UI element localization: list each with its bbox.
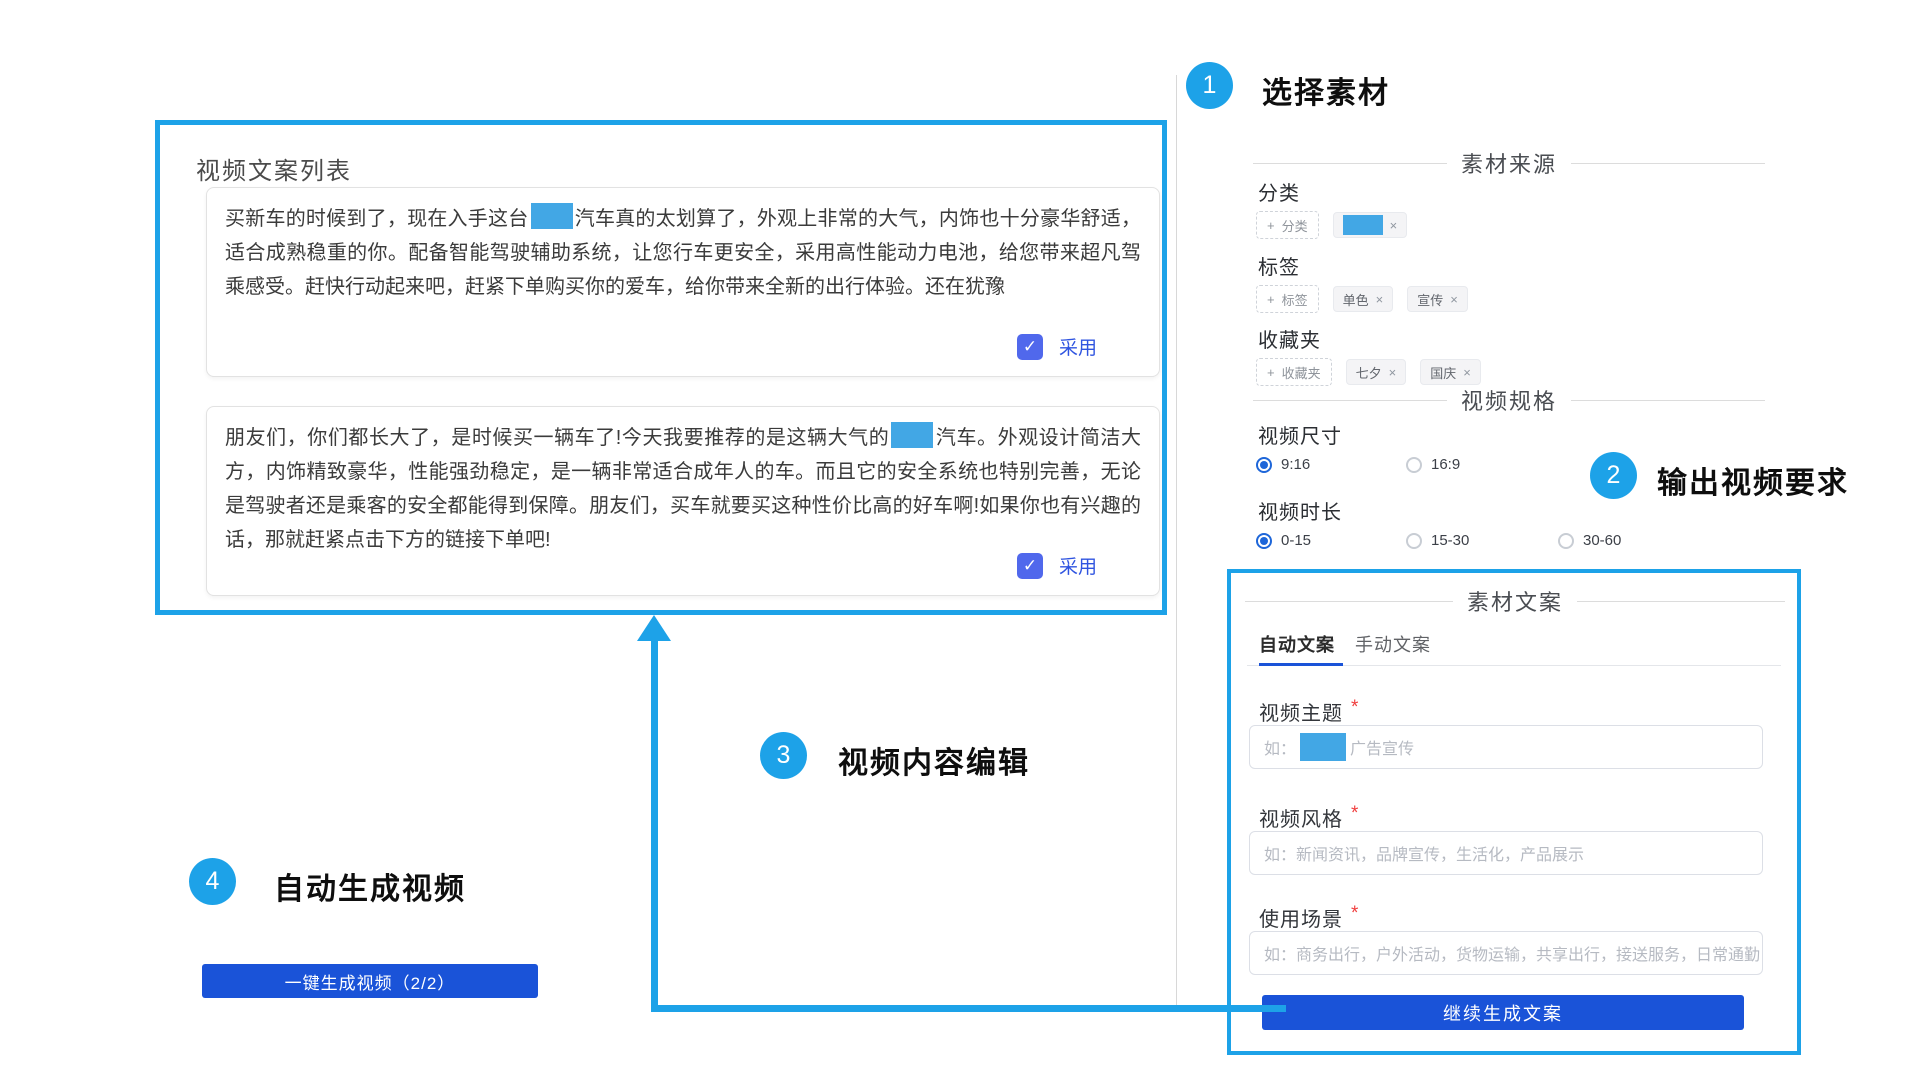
step-2-label: 输出视频要求 xyxy=(1657,458,1849,502)
copy-card-1-text: 买新车的时候到了，现在入手这台汽车真的太划算了，外观上非常的大气，内饰也十分豪华… xyxy=(207,188,1159,304)
category-tag-row: +分类 × xyxy=(1256,211,1407,239)
radio-dot xyxy=(1558,533,1574,549)
category-tag-redacted[interactable]: × xyxy=(1333,212,1408,238)
radio-dot-selected xyxy=(1256,457,1272,473)
copy-card-1: 买新车的时候到了，现在入手这台汽车真的太划算了，外观上非常的大气，内饰也十分豪华… xyxy=(206,187,1160,377)
continue-generate-copy-button[interactable]: 继续生成文案 xyxy=(1262,995,1744,1030)
section-heading-material-source: 素材来源 xyxy=(1253,147,1765,179)
usage-scene-label: 使用场景* xyxy=(1259,903,1359,932)
copy-card-1-text-before: 买新车的时候到了，现在入手这台 xyxy=(225,208,529,230)
radio-dot xyxy=(1406,457,1422,473)
radio-size-16-9[interactable]: 16:9 xyxy=(1406,456,1460,473)
tag-close-icon[interactable]: × xyxy=(1390,218,1398,233)
active-tab-indicator xyxy=(1259,663,1343,666)
add-tag-button[interactable]: +标签 xyxy=(1256,285,1319,313)
tags-label: 标签 xyxy=(1258,251,1300,280)
usage-scene-input[interactable]: 如：商务出行，户外活动，货物运输，共享出行，接送服务，日常通勤 xyxy=(1249,931,1763,975)
copy-list-title: 视频文案列表 xyxy=(196,151,352,186)
redaction-block xyxy=(1343,215,1383,235)
one-click-generate-video-button[interactable]: 一键生成视频（2/2） xyxy=(202,964,538,998)
step-4-label: 自动生成视频 xyxy=(274,864,466,908)
favorites-label: 收藏夹 xyxy=(1258,324,1321,353)
video-topic-label: 视频主题* xyxy=(1259,697,1359,726)
step-4-number: 4 xyxy=(206,867,220,896)
tag-chip[interactable]: 宣传× xyxy=(1407,286,1468,312)
redaction-block xyxy=(891,422,933,448)
tag-close-icon[interactable]: × xyxy=(1376,292,1384,307)
check-icon: ✓ xyxy=(1023,337,1037,357)
panel-divider xyxy=(1176,75,1177,1012)
step-3-badge: 3 xyxy=(760,732,807,779)
video-size-label: 视频尺寸 xyxy=(1258,420,1342,449)
step-3-number: 3 xyxy=(777,741,791,770)
copy-card-2-text-before: 朋友们，你们都长大了，是时候买一辆车了!今天我要推荐的是这辆大气的 xyxy=(225,427,889,449)
tag-close-icon[interactable]: × xyxy=(1463,365,1471,380)
radio-duration-15-30[interactable]: 15-30 xyxy=(1406,532,1469,549)
add-favorite-button[interactable]: +收藏夹 xyxy=(1256,358,1332,386)
plus-icon: + xyxy=(1267,365,1275,380)
adopt-row-1: ✓ 采用 xyxy=(1017,333,1097,360)
adopt-row-2: ✓ 采用 xyxy=(1017,552,1097,579)
plus-icon: + xyxy=(1267,292,1275,307)
radio-duration-30-60[interactable]: 30-60 xyxy=(1558,532,1621,549)
radio-dot-selected xyxy=(1256,533,1272,549)
tags-tag-row: +标签 单色× 宣传× xyxy=(1256,285,1468,313)
tab-manual-copy[interactable]: 手动文案 xyxy=(1355,631,1431,657)
copy-card-2: 朋友们，你们都长大了，是时候买一辆车了!今天我要推荐的是这辆大气的汽车。外观设计… xyxy=(206,406,1160,596)
check-icon: ✓ xyxy=(1023,556,1037,576)
required-asterisk: * xyxy=(1351,697,1359,726)
flow-arrow-shaft xyxy=(651,639,658,1012)
step-4-badge: 4 xyxy=(189,858,236,905)
divider-line xyxy=(1245,601,1453,602)
divider-line xyxy=(1571,400,1765,401)
material-copy-panel: 素材文案 自动文案 手动文案 视频主题* 如：广告宣传 视频风格* 如：新闻资讯… xyxy=(1227,569,1801,1055)
radio-dot xyxy=(1406,533,1422,549)
section-heading-material-copy: 素材文案 xyxy=(1245,585,1785,617)
radio-size-9-16[interactable]: 9:16 xyxy=(1256,456,1310,473)
favorites-tag-row: +收藏夹 七夕× 国庆× xyxy=(1256,358,1481,386)
divider-line xyxy=(1253,163,1447,164)
tag-close-icon[interactable]: × xyxy=(1389,365,1397,380)
video-style-input[interactable]: 如：新闻资讯，品牌宣传，生活化，产品展示 xyxy=(1249,831,1763,875)
flow-arrow-head xyxy=(637,615,671,641)
radio-duration-0-15[interactable]: 0-15 xyxy=(1256,532,1311,549)
divider-line xyxy=(1571,163,1765,164)
step-2-number: 2 xyxy=(1607,461,1621,490)
plus-icon: + xyxy=(1267,218,1275,233)
required-asterisk: * xyxy=(1351,903,1359,932)
redaction-block xyxy=(531,203,573,229)
tag-close-icon[interactable]: × xyxy=(1450,292,1458,307)
redaction-block xyxy=(1300,733,1346,761)
step-2-badge: 2 xyxy=(1590,452,1637,499)
adopt-label-1[interactable]: 采用 xyxy=(1059,333,1097,360)
category-label: 分类 xyxy=(1258,177,1300,206)
video-style-label: 视频风格* xyxy=(1259,803,1359,832)
step-1-number: 1 xyxy=(1203,71,1217,100)
video-duration-label: 视频时长 xyxy=(1258,496,1342,525)
divider-line xyxy=(1253,400,1447,401)
step-3-label: 视频内容编辑 xyxy=(838,738,1030,782)
tag-chip[interactable]: 单色× xyxy=(1333,286,1394,312)
adopt-checkbox-2[interactable]: ✓ xyxy=(1017,553,1043,579)
favorite-chip[interactable]: 国庆× xyxy=(1420,359,1481,385)
add-category-button[interactable]: +分类 xyxy=(1256,211,1319,239)
video-topic-input[interactable]: 如：广告宣传 xyxy=(1249,725,1763,769)
tab-auto-copy[interactable]: 自动文案 xyxy=(1259,631,1335,657)
video-copy-list-panel: 视频文案列表 买新车的时候到了，现在入手这台汽车真的太划算了，外观上非常的大气，… xyxy=(155,120,1167,615)
section-heading-video-spec: 视频规格 xyxy=(1253,384,1765,416)
adopt-checkbox-1[interactable]: ✓ xyxy=(1017,334,1043,360)
required-asterisk: * xyxy=(1351,803,1359,832)
step-1-label: 选择素材 xyxy=(1262,68,1390,112)
step-1-badge: 1 xyxy=(1186,62,1233,109)
favorite-chip[interactable]: 七夕× xyxy=(1346,359,1407,385)
divider-line xyxy=(1577,601,1785,602)
flow-arrow-horizontal-line xyxy=(654,1005,1286,1012)
copy-card-2-text: 朋友们，你们都长大了，是时候买一辆车了!今天我要推荐的是这辆大气的汽车。外观设计… xyxy=(207,407,1159,557)
adopt-label-2[interactable]: 采用 xyxy=(1059,552,1097,579)
